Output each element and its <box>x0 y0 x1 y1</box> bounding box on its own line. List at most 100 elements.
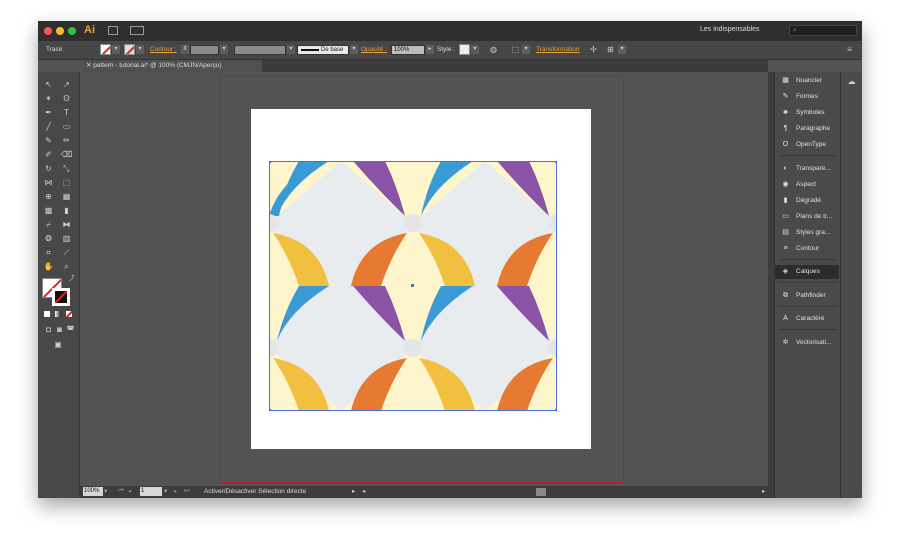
none-mode-button[interactable] <box>66 311 72 317</box>
panel-item-character[interactable]: A Caractère <box>775 312 839 326</box>
options-dropdown[interactable]: ▾ <box>618 45 626 54</box>
panel-menu-icon[interactable]: ≡ <box>844 45 855 54</box>
isolate-object-icon[interactable]: ✢ <box>588 45 599 54</box>
panel-item-brushes[interactable]: ✎ Formes <box>775 90 839 104</box>
previous-artboard-icon[interactable]: ◂ <box>128 487 131 495</box>
arrange-documents-icon[interactable] <box>130 26 144 35</box>
close-window-button[interactable] <box>44 27 52 35</box>
panel-item-symbols[interactable]: ♣ Symboles <box>775 106 839 120</box>
column-graph-tool-icon[interactable]: ▥ <box>61 234 72 243</box>
horizontal-scroll-thumb[interactable] <box>536 488 546 496</box>
artboard-dropdown-icon[interactable]: ▾ <box>164 487 167 495</box>
slice-tool-icon[interactable]: ⟋ <box>61 248 72 257</box>
zoom-field[interactable]: 100% <box>83 487 103 496</box>
draw-inside-icon[interactable]: ◚ <box>65 325 76 334</box>
cc-libraries-icon[interactable]: ☁ <box>846 77 857 86</box>
graphic-style-dropdown[interactable]: ▾ <box>471 45 479 54</box>
pencil-tool-icon[interactable]: ✏ <box>61 136 72 145</box>
opacity-panel-link[interactable]: Opacité : <box>361 46 387 53</box>
minimize-window-button[interactable] <box>56 27 64 35</box>
panel-item-transparency[interactable]: ◐ Transpare... <box>775 162 839 176</box>
last-artboard-icon[interactable]: ⏭ <box>184 487 190 495</box>
stroke-color-box[interactable] <box>52 288 70 306</box>
width-tool-icon[interactable]: ⋈ <box>43 178 54 187</box>
workspace-switcher[interactable]: Les indispensables <box>700 26 760 33</box>
document-tab[interactable]: ✕ pattern - tutorial.ai* @ 100% (CMJN/Ap… <box>82 60 262 72</box>
stroke-weight-stepper[interactable]: ⇕ <box>181 45 189 54</box>
gradient-tool-icon[interactable]: ▮ <box>61 206 72 215</box>
panel-item-layers[interactable]: ◈ Calques <box>775 265 839 279</box>
panel-item-artboards[interactable]: ▭ Plans de tr... <box>775 210 839 224</box>
paintbrush-tool-icon[interactable]: ✎ <box>43 136 54 145</box>
panel-item-graphic-styles[interactable]: ▤ Styles gra... <box>775 226 839 240</box>
zoom-tool-icon[interactable]: ⌕ <box>61 262 72 271</box>
perspective-grid-tool-icon[interactable]: ▦ <box>61 192 72 201</box>
zoom-window-button[interactable] <box>68 27 76 35</box>
opacity-field[interactable]: 100% <box>391 45 425 55</box>
blob-brush-tool-icon[interactable]: ✐ <box>43 150 54 159</box>
panel-item-pathfinder[interactable]: ⧉ Pathfinder <box>775 289 839 303</box>
panel-item-opentype[interactable]: O OpenType <box>775 138 839 152</box>
panel-item-image-trace[interactable]: ✲ Vectorisati... <box>775 336 839 350</box>
artboard-tool-icon[interactable]: ⌗ <box>43 248 54 257</box>
selection-handle[interactable] <box>269 161 271 163</box>
free-transform-tool-icon[interactable]: ⬚ <box>61 178 72 187</box>
blend-tool-icon[interactable]: ⧓ <box>61 220 72 229</box>
screen-mode-icon[interactable]: ▣ <box>52 340 64 349</box>
scroll-right-icon[interactable]: ▸ <box>762 487 765 495</box>
type-tool-icon[interactable]: T <box>61 108 72 117</box>
gradient-mode-button[interactable] <box>55 311 61 317</box>
mesh-tool-icon[interactable]: ▩ <box>43 206 54 215</box>
fill-dropdown[interactable]: ▾ <box>112 45 120 54</box>
selection-handle[interactable] <box>269 409 271 411</box>
scroll-left-icon[interactable]: ◂ <box>362 487 365 495</box>
brush-definition-field[interactable]: De base <box>297 45 349 55</box>
shape-builder-tool-icon[interactable]: ⊕ <box>43 192 54 201</box>
search-input[interactable]: ⌕ <box>789 25 857 36</box>
zoom-dropdown-icon[interactable]: ▾ <box>104 487 107 495</box>
transform-panel-link[interactable]: Transformation <box>536 46 579 53</box>
stroke-swatch[interactable] <box>124 44 135 55</box>
selection-handle[interactable] <box>555 161 557 163</box>
status-menu-icon[interactable]: ▸ <box>352 487 355 495</box>
pattern-artwork[interactable] <box>269 161 557 411</box>
recolor-artwork-icon[interactable]: ◍ <box>488 45 499 54</box>
draw-behind-icon[interactable]: ◙ <box>54 325 65 334</box>
rectangle-tool-icon[interactable]: ▭ <box>61 122 72 131</box>
rotate-tool-icon[interactable]: ↻ <box>43 164 54 173</box>
stroke-dropdown[interactable]: ▾ <box>136 45 144 54</box>
artboard[interactable] <box>251 109 591 449</box>
draw-normal-icon[interactable]: ◘ <box>43 325 54 334</box>
panel-item-stroke[interactable]: ≡ Contour <box>775 242 839 256</box>
bridge-icon[interactable] <box>108 26 118 35</box>
brush-definition-dropdown[interactable]: ▾ <box>350 45 358 54</box>
hand-tool-icon[interactable]: ✋ <box>43 262 54 271</box>
panel-item-gradient[interactable]: ▮ Dégradé <box>775 194 839 208</box>
pen-tool-icon[interactable]: ✒ <box>43 108 54 117</box>
direct-selection-tool-icon[interactable]: ↗ <box>61 80 72 89</box>
selection-tool-icon[interactable]: ↖ <box>43 80 54 89</box>
symbol-sprayer-tool-icon[interactable]: ❂ <box>43 234 54 243</box>
scale-tool-icon[interactable]: ⤡ <box>61 164 72 173</box>
align-to-icon[interactable]: ⬚ <box>510 45 521 54</box>
next-artboard-icon[interactable]: ▸ <box>174 487 177 495</box>
fill-swatch[interactable] <box>100 44 111 55</box>
eyedropper-tool-icon[interactable]: ⌿ <box>43 220 54 229</box>
magic-wand-tool-icon[interactable]: ✶ <box>43 94 54 103</box>
stroke-weight-dropdown[interactable]: ▾ <box>220 45 228 54</box>
artboard-number-field[interactable]: 1 <box>140 487 162 496</box>
stroke-weight-field[interactable] <box>190 45 219 55</box>
stroke-panel-link[interactable]: Contour : <box>150 46 177 53</box>
panel-item-paragraph[interactable]: ¶ Paragraphe <box>775 122 839 136</box>
panel-item-appearance[interactable]: ◉ Aspect <box>775 178 839 192</box>
graphic-style-swatch[interactable] <box>459 44 470 55</box>
line-tool-icon[interactable]: ╱ <box>43 122 54 131</box>
canvas-area[interactable] <box>80 72 768 486</box>
panel-item-swatches[interactable]: ▦ Nuancier <box>775 74 839 88</box>
variable-width-field[interactable] <box>234 45 286 55</box>
align-to-dropdown[interactable]: ▾ <box>522 45 530 54</box>
variable-width-dropdown[interactable]: ▾ <box>287 45 295 54</box>
swap-fill-stroke-icon[interactable]: ⤴ <box>66 275 77 284</box>
eraser-tool-icon[interactable]: ⌫ <box>61 150 72 159</box>
first-artboard-icon[interactable]: ⏮ <box>118 487 124 495</box>
